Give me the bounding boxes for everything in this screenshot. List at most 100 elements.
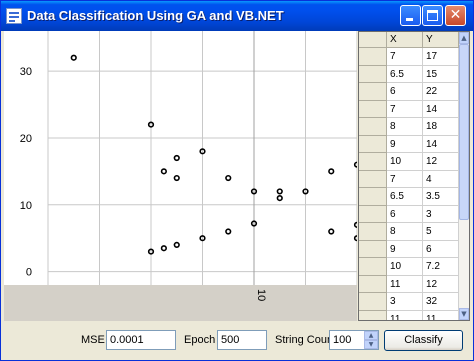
cell-y[interactable]: 7.2: [423, 258, 459, 276]
maximize-icon: [427, 10, 438, 21]
title-bar[interactable]: Data Classification Using GA and VB.NET …: [1, 1, 473, 31]
row-header[interactable]: [359, 48, 387, 66]
table-row[interactable]: 9 14: [359, 135, 459, 153]
cell-x[interactable]: 7: [387, 48, 423, 66]
data-point: [276, 188, 283, 195]
scroll-up-icon[interactable]: ▲: [459, 32, 469, 44]
cell-x[interactable]: 7: [387, 100, 423, 118]
classify-button[interactable]: Classify: [384, 330, 463, 351]
row-header[interactable]: [359, 258, 387, 276]
cell-x[interactable]: 6.5: [387, 65, 423, 83]
epoch-field[interactable]: 500: [217, 330, 267, 350]
minimize-button[interactable]: [400, 5, 421, 26]
main-window: Data Classification Using GA and VB.NET …: [0, 0, 474, 361]
cell-y[interactable]: 3.5: [423, 188, 459, 206]
data-point: [276, 195, 283, 202]
cell-x[interactable]: 9: [387, 135, 423, 153]
cell-x[interactable]: 6.5: [387, 188, 423, 206]
data-point: [70, 54, 77, 61]
scroll-thumb[interactable]: [459, 44, 469, 220]
table-row[interactable]: 74: [359, 170, 459, 188]
cell-y[interactable]: 18: [423, 118, 459, 136]
cell-y[interactable]: 6: [423, 240, 459, 258]
minimize-icon: [406, 18, 413, 21]
table-row[interactable]: 11 12: [359, 275, 459, 293]
table-row[interactable]: 3 32: [359, 293, 459, 311]
table-row[interactable]: 63: [359, 205, 459, 223]
table-row[interactable]: 11 11: [359, 310, 459, 320]
y-tick-label: 30: [20, 66, 32, 78]
table-row[interactable]: 6.5 3.5: [359, 188, 459, 206]
row-header[interactable]: [359, 170, 387, 188]
cell-x[interactable]: 10: [387, 258, 423, 276]
row-header[interactable]: [359, 65, 387, 83]
row-header[interactable]: [359, 240, 387, 258]
row-header[interactable]: [359, 223, 387, 241]
cell-y[interactable]: 3: [423, 205, 459, 223]
table-row[interactable]: 7 14: [359, 100, 459, 118]
data-point: [225, 228, 232, 235]
app-icon[interactable]: [6, 8, 22, 24]
cell-y[interactable]: 22: [423, 83, 459, 101]
maximize-button[interactable]: [422, 5, 443, 26]
cell-y[interactable]: 15: [423, 65, 459, 83]
row-header[interactable]: [359, 135, 387, 153]
row-header[interactable]: [359, 118, 387, 136]
row-header[interactable]: [359, 83, 387, 101]
close-icon: ✕: [449, 7, 462, 23]
data-point: [173, 154, 180, 162]
row-header[interactable]: [359, 100, 387, 118]
cell-y[interactable]: 17: [423, 48, 459, 66]
cell-x[interactable]: 8: [387, 223, 423, 241]
cell-y[interactable]: 11: [423, 310, 459, 320]
cell-x[interactable]: 8: [387, 118, 423, 136]
table-row[interactable]: 8 18: [359, 118, 459, 136]
column-header-y[interactable]: Y: [423, 32, 459, 48]
cell-x[interactable]: 10: [387, 153, 423, 171]
x-axis-band: [4, 285, 357, 321]
row-header-corner: [359, 32, 387, 48]
spin-up-icon[interactable]: ▲: [364, 331, 378, 340]
string-count-stepper[interactable]: ▲ ▼: [364, 331, 378, 349]
row-header[interactable]: [359, 205, 387, 223]
table-row[interactable]: 6 22: [359, 83, 459, 101]
table-row[interactable]: 10 12: [359, 153, 459, 171]
cell-x[interactable]: 11: [387, 310, 423, 320]
table-row[interactable]: 6.5 15: [359, 65, 459, 83]
cell-y[interactable]: 12: [423, 275, 459, 293]
row-header[interactable]: [359, 293, 387, 311]
table-row[interactable]: 7 17: [359, 48, 459, 66]
cell-x[interactable]: 11: [387, 275, 423, 293]
scroll-down-icon[interactable]: ▼: [459, 308, 469, 320]
cell-y[interactable]: 4: [423, 170, 459, 188]
row-header[interactable]: [359, 275, 387, 293]
data-point: [173, 174, 180, 182]
cell-x[interactable]: 7: [387, 170, 423, 188]
mse-field[interactable]: 0.0001: [106, 330, 176, 350]
cell-x[interactable]: 3: [387, 293, 423, 311]
data-grid[interactable]: X Y 7 17 6.5 15 6 22 7 14 8 18 9 14 10 12 7 4 6.5 3.5 6 3 8 5…: [358, 31, 470, 321]
grid-header: X Y: [359, 32, 459, 48]
cell-x[interactable]: 6: [387, 205, 423, 223]
row-header[interactable]: [359, 310, 387, 320]
window-title: Data Classification Using GA and VB.NET: [27, 8, 284, 23]
cell-x[interactable]: 6: [387, 83, 423, 101]
string-count-label: String Count: [275, 334, 337, 346]
table-row[interactable]: 10 7.2: [359, 258, 459, 276]
cell-y[interactable]: 14: [423, 100, 459, 118]
table-row[interactable]: 85: [359, 223, 459, 241]
cell-y[interactable]: 12: [423, 153, 459, 171]
row-header[interactable]: [359, 153, 387, 171]
close-button[interactable]: ✕: [445, 5, 466, 26]
grid-scrollbar[interactable]: ▲ ▼: [459, 32, 469, 320]
cell-y[interactable]: 32: [423, 293, 459, 311]
y-tick-label: 20: [20, 133, 32, 145]
cell-x[interactable]: 9: [387, 240, 423, 258]
column-header-x[interactable]: X: [387, 32, 423, 48]
data-point: [173, 241, 180, 248]
row-header[interactable]: [359, 188, 387, 206]
cell-y[interactable]: 5: [423, 223, 459, 241]
spin-down-icon[interactable]: ▼: [364, 340, 378, 349]
cell-y[interactable]: 14: [423, 135, 459, 153]
table-row[interactable]: 96: [359, 240, 459, 258]
